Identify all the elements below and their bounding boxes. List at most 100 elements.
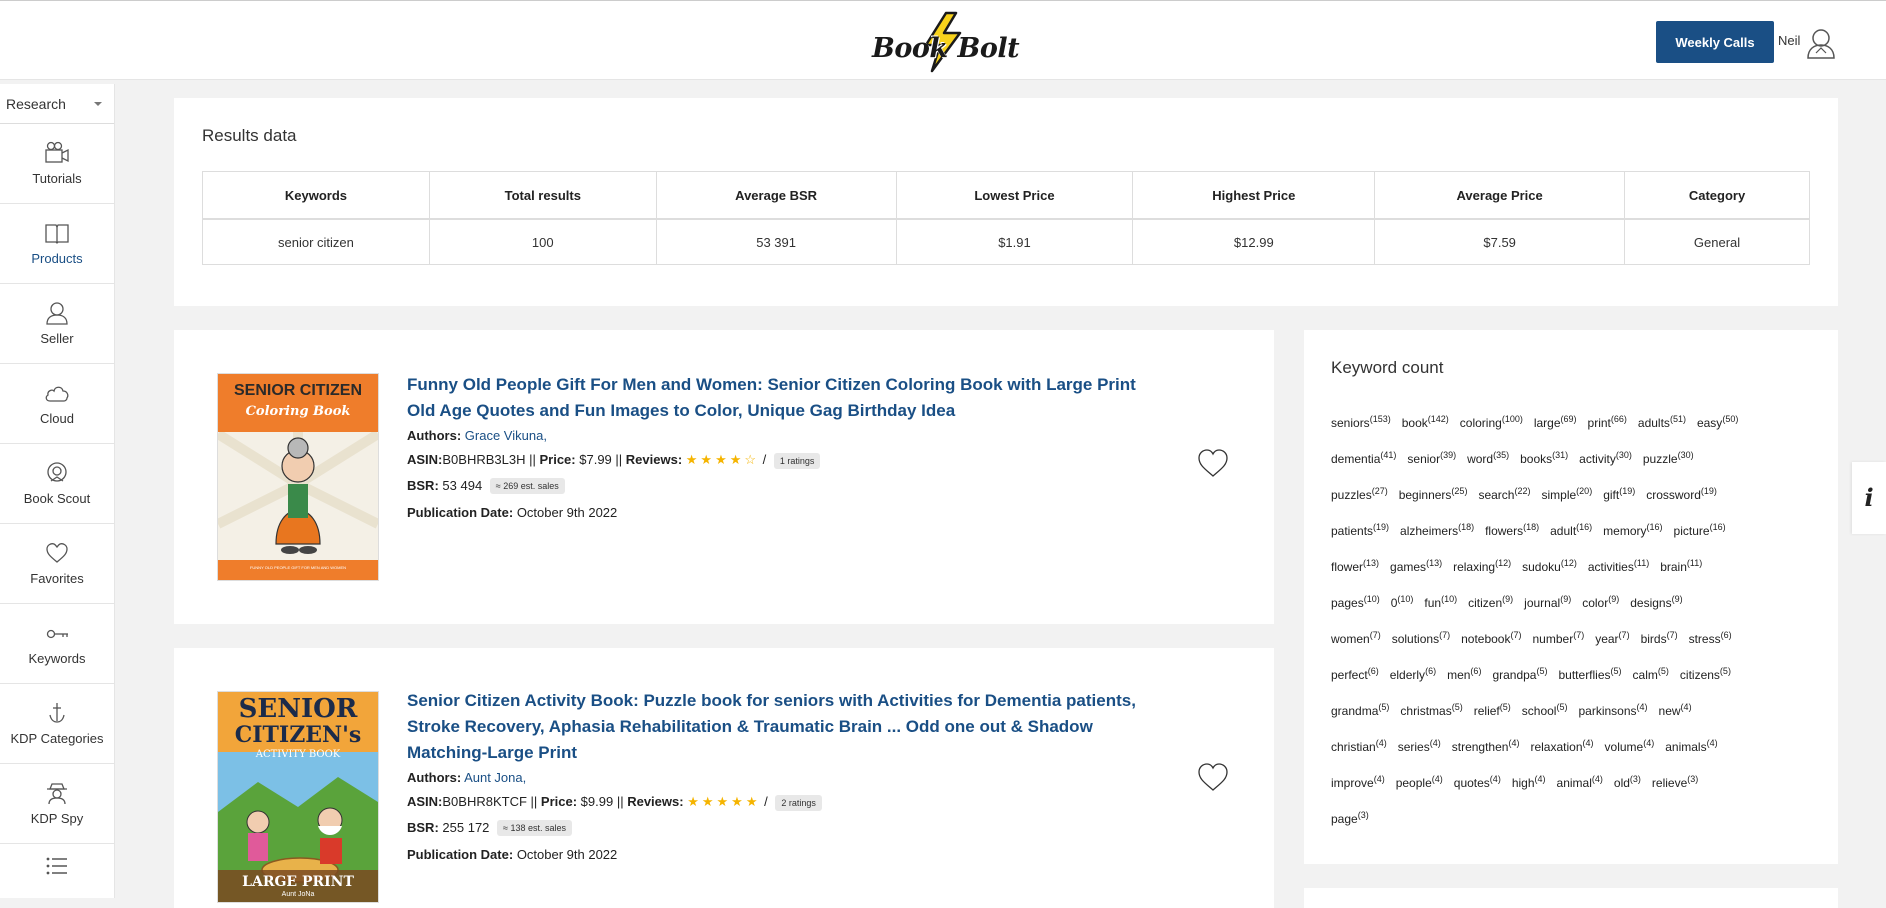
keyword-chip[interactable]: fun(10) xyxy=(1424,594,1457,610)
keyword-chip[interactable]: relief(5) xyxy=(1474,702,1511,718)
keyword-count-wrap: (9) xyxy=(1608,594,1620,604)
keyword-chip[interactable]: picture(16) xyxy=(1674,522,1726,538)
keyword-chip[interactable]: puzzles(27) xyxy=(1331,486,1388,502)
favorite-heart-icon[interactable] xyxy=(1197,448,1229,478)
keyword-chip[interactable]: grandma(5) xyxy=(1331,702,1389,718)
keyword-chip[interactable]: strengthen(4) xyxy=(1452,738,1520,754)
keyword-chip[interactable]: games(13) xyxy=(1390,558,1442,574)
keyword-chip[interactable]: perfect(6) xyxy=(1331,666,1379,682)
keyword-chip[interactable]: high(4) xyxy=(1512,774,1546,790)
sidebar-item-book-scout[interactable]: Book Scout xyxy=(0,444,114,524)
book-title-link[interactable]: Funny Old People Gift For Men and Women:… xyxy=(407,372,1147,424)
keyword-chip[interactable]: new(4) xyxy=(1659,702,1692,718)
book-cover-image[interactable]: SENIOR CITIZEN's ACTIVITY BOOK LARGE PRI… xyxy=(217,691,379,903)
bookbolt-logo[interactable]: Book Bolt xyxy=(872,11,1020,73)
keyword-chip[interactable]: memory(16) xyxy=(1603,522,1662,538)
research-select[interactable]: Research xyxy=(0,84,114,124)
keyword-chip[interactable]: solutions(7) xyxy=(1392,630,1450,646)
author-link[interactable]: Grace Vikuna, xyxy=(465,428,547,443)
keyword-chip[interactable]: old(3) xyxy=(1614,774,1641,790)
favorite-heart-icon[interactable] xyxy=(1197,762,1229,792)
keyword-text: puzzles xyxy=(1331,488,1372,502)
author-link[interactable]: Aunt Jona, xyxy=(464,770,526,785)
sidebar-item-more[interactable] xyxy=(0,844,114,884)
keyword-chip[interactable]: puzzle(30) xyxy=(1643,450,1694,466)
keyword-chip[interactable]: sudoku(12) xyxy=(1522,558,1577,574)
sidebar-item-kdp-spy[interactable]: KDP Spy xyxy=(0,764,114,844)
keyword-chip[interactable]: parkinsons(4) xyxy=(1578,702,1647,718)
keyword-chip[interactable]: crossword(19) xyxy=(1646,486,1717,502)
keyword-chip[interactable]: notebook(7) xyxy=(1461,630,1521,646)
sidebar-item-products[interactable]: Products xyxy=(0,204,114,284)
keyword-chip[interactable]: stress(6) xyxy=(1689,630,1732,646)
keyword-chip[interactable]: birds(7) xyxy=(1641,630,1678,646)
keyword-count-wrap: (4) xyxy=(1534,774,1546,784)
keyword-chip[interactable]: seniors(153) xyxy=(1331,414,1391,430)
keyword-chip[interactable]: flower(13) xyxy=(1331,558,1379,574)
keyword-chip[interactable]: senior(39) xyxy=(1407,450,1456,466)
keyword-chip[interactable]: easy(50) xyxy=(1697,414,1738,430)
sidebar-item-kdp-categories[interactable]: KDP Categories xyxy=(0,684,114,764)
sidebar-item-seller[interactable]: Seller xyxy=(0,284,114,364)
keyword-chip[interactable]: books(31) xyxy=(1520,450,1568,466)
keyword-chip[interactable]: relaxing(12) xyxy=(1453,558,1511,574)
keyword-chip[interactable]: elderly(6) xyxy=(1390,666,1436,682)
keyword-chip[interactable]: relaxation(4) xyxy=(1530,738,1593,754)
keyword-chip[interactable]: designs(9) xyxy=(1630,594,1682,610)
keyword-chip[interactable]: page(3) xyxy=(1331,810,1369,826)
keyword-chip[interactable]: people(4) xyxy=(1396,774,1443,790)
weekly-calls-button[interactable]: Weekly Calls xyxy=(1656,21,1774,63)
keyword-chip[interactable]: improve(4) xyxy=(1331,774,1385,790)
keyword-chip[interactable]: calm(5) xyxy=(1633,666,1669,682)
keyword-chip[interactable]: relieve(3) xyxy=(1652,774,1698,790)
keyword-chip[interactable]: animals(4) xyxy=(1665,738,1717,754)
sidebar-item-favorites[interactable]: Favorites xyxy=(0,524,114,604)
keyword-chip[interactable]: pages(10) xyxy=(1331,594,1380,610)
keyword-chip[interactable]: word(35) xyxy=(1467,450,1509,466)
keyword-chip[interactable]: alzheimers(18) xyxy=(1400,522,1474,538)
sidebar-item-tutorials[interactable]: Tutorials xyxy=(0,124,114,204)
keyword-chip[interactable]: grandpa(5) xyxy=(1492,666,1547,682)
keyword-chip[interactable]: school(5) xyxy=(1522,702,1568,718)
keyword-chip[interactable]: search(22) xyxy=(1478,486,1530,502)
keyword-chip[interactable]: color(9) xyxy=(1582,594,1619,610)
keyword-chip[interactable]: activities(11) xyxy=(1588,558,1649,574)
keyword-chip[interactable]: citizens(5) xyxy=(1680,666,1731,682)
keyword-chip[interactable]: number(7) xyxy=(1533,630,1585,646)
sidebar-item-keywords[interactable]: Keywords xyxy=(0,604,114,684)
info-tab[interactable]: i xyxy=(1852,462,1886,534)
keyword-chip[interactable]: simple(20) xyxy=(1541,486,1592,502)
keyword-chip[interactable]: adult(16) xyxy=(1550,522,1592,538)
keyword-chip[interactable]: year(7) xyxy=(1595,630,1629,646)
keyword-chip[interactable]: animal(4) xyxy=(1557,774,1603,790)
user-name[interactable]: Neil xyxy=(1778,33,1800,48)
keyword-chip[interactable]: beginners(25) xyxy=(1399,486,1468,502)
keyword-chip[interactable]: dementia(41) xyxy=(1331,450,1396,466)
keyword-chip[interactable]: christmas(5) xyxy=(1400,702,1462,718)
keyword-chip[interactable]: flowers(18) xyxy=(1485,522,1539,538)
keyword-chip[interactable]: activity(30) xyxy=(1579,450,1632,466)
book-title-link[interactable]: Senior Citizen Activity Book: Puzzle boo… xyxy=(407,688,1147,766)
keyword-chip[interactable]: volume(4) xyxy=(1605,738,1655,754)
user-avatar-icon[interactable] xyxy=(1806,27,1836,59)
keyword-chip[interactable]: coloring(100) xyxy=(1460,414,1523,430)
keyword-chip[interactable]: gift(19) xyxy=(1603,486,1635,502)
keyword-chip[interactable]: butterflies(5) xyxy=(1559,666,1622,682)
keyword-chip[interactable]: quotes(4) xyxy=(1454,774,1501,790)
keyword-chip[interactable]: adults(51) xyxy=(1638,414,1686,430)
keyword-chip[interactable]: large(69) xyxy=(1534,414,1577,430)
keyword-chip[interactable]: patients(19) xyxy=(1331,522,1389,538)
keyword-chip[interactable]: christian(4) xyxy=(1331,738,1387,754)
keyword-chip[interactable]: print(66) xyxy=(1588,414,1627,430)
keyword-chip[interactable]: brain(11) xyxy=(1660,558,1702,574)
sidebar-item-cloud[interactable]: Cloud xyxy=(0,364,114,444)
keyword-chip[interactable]: women(7) xyxy=(1331,630,1381,646)
keyword-chip[interactable]: 0(10) xyxy=(1391,594,1414,610)
keyword-chip[interactable]: men(6) xyxy=(1447,666,1481,682)
keyword-chip[interactable]: book(142) xyxy=(1402,414,1449,430)
keyword-chip[interactable]: series(4) xyxy=(1398,738,1441,754)
keyword-chip[interactable]: citizen(9) xyxy=(1468,594,1513,610)
keyword-count: 16 xyxy=(1712,522,1723,532)
keyword-chip[interactable]: journal(9) xyxy=(1524,594,1571,610)
book-cover-image[interactable]: SENIOR CITIZEN Coloring Book FUNNY OLD P… xyxy=(217,373,379,581)
